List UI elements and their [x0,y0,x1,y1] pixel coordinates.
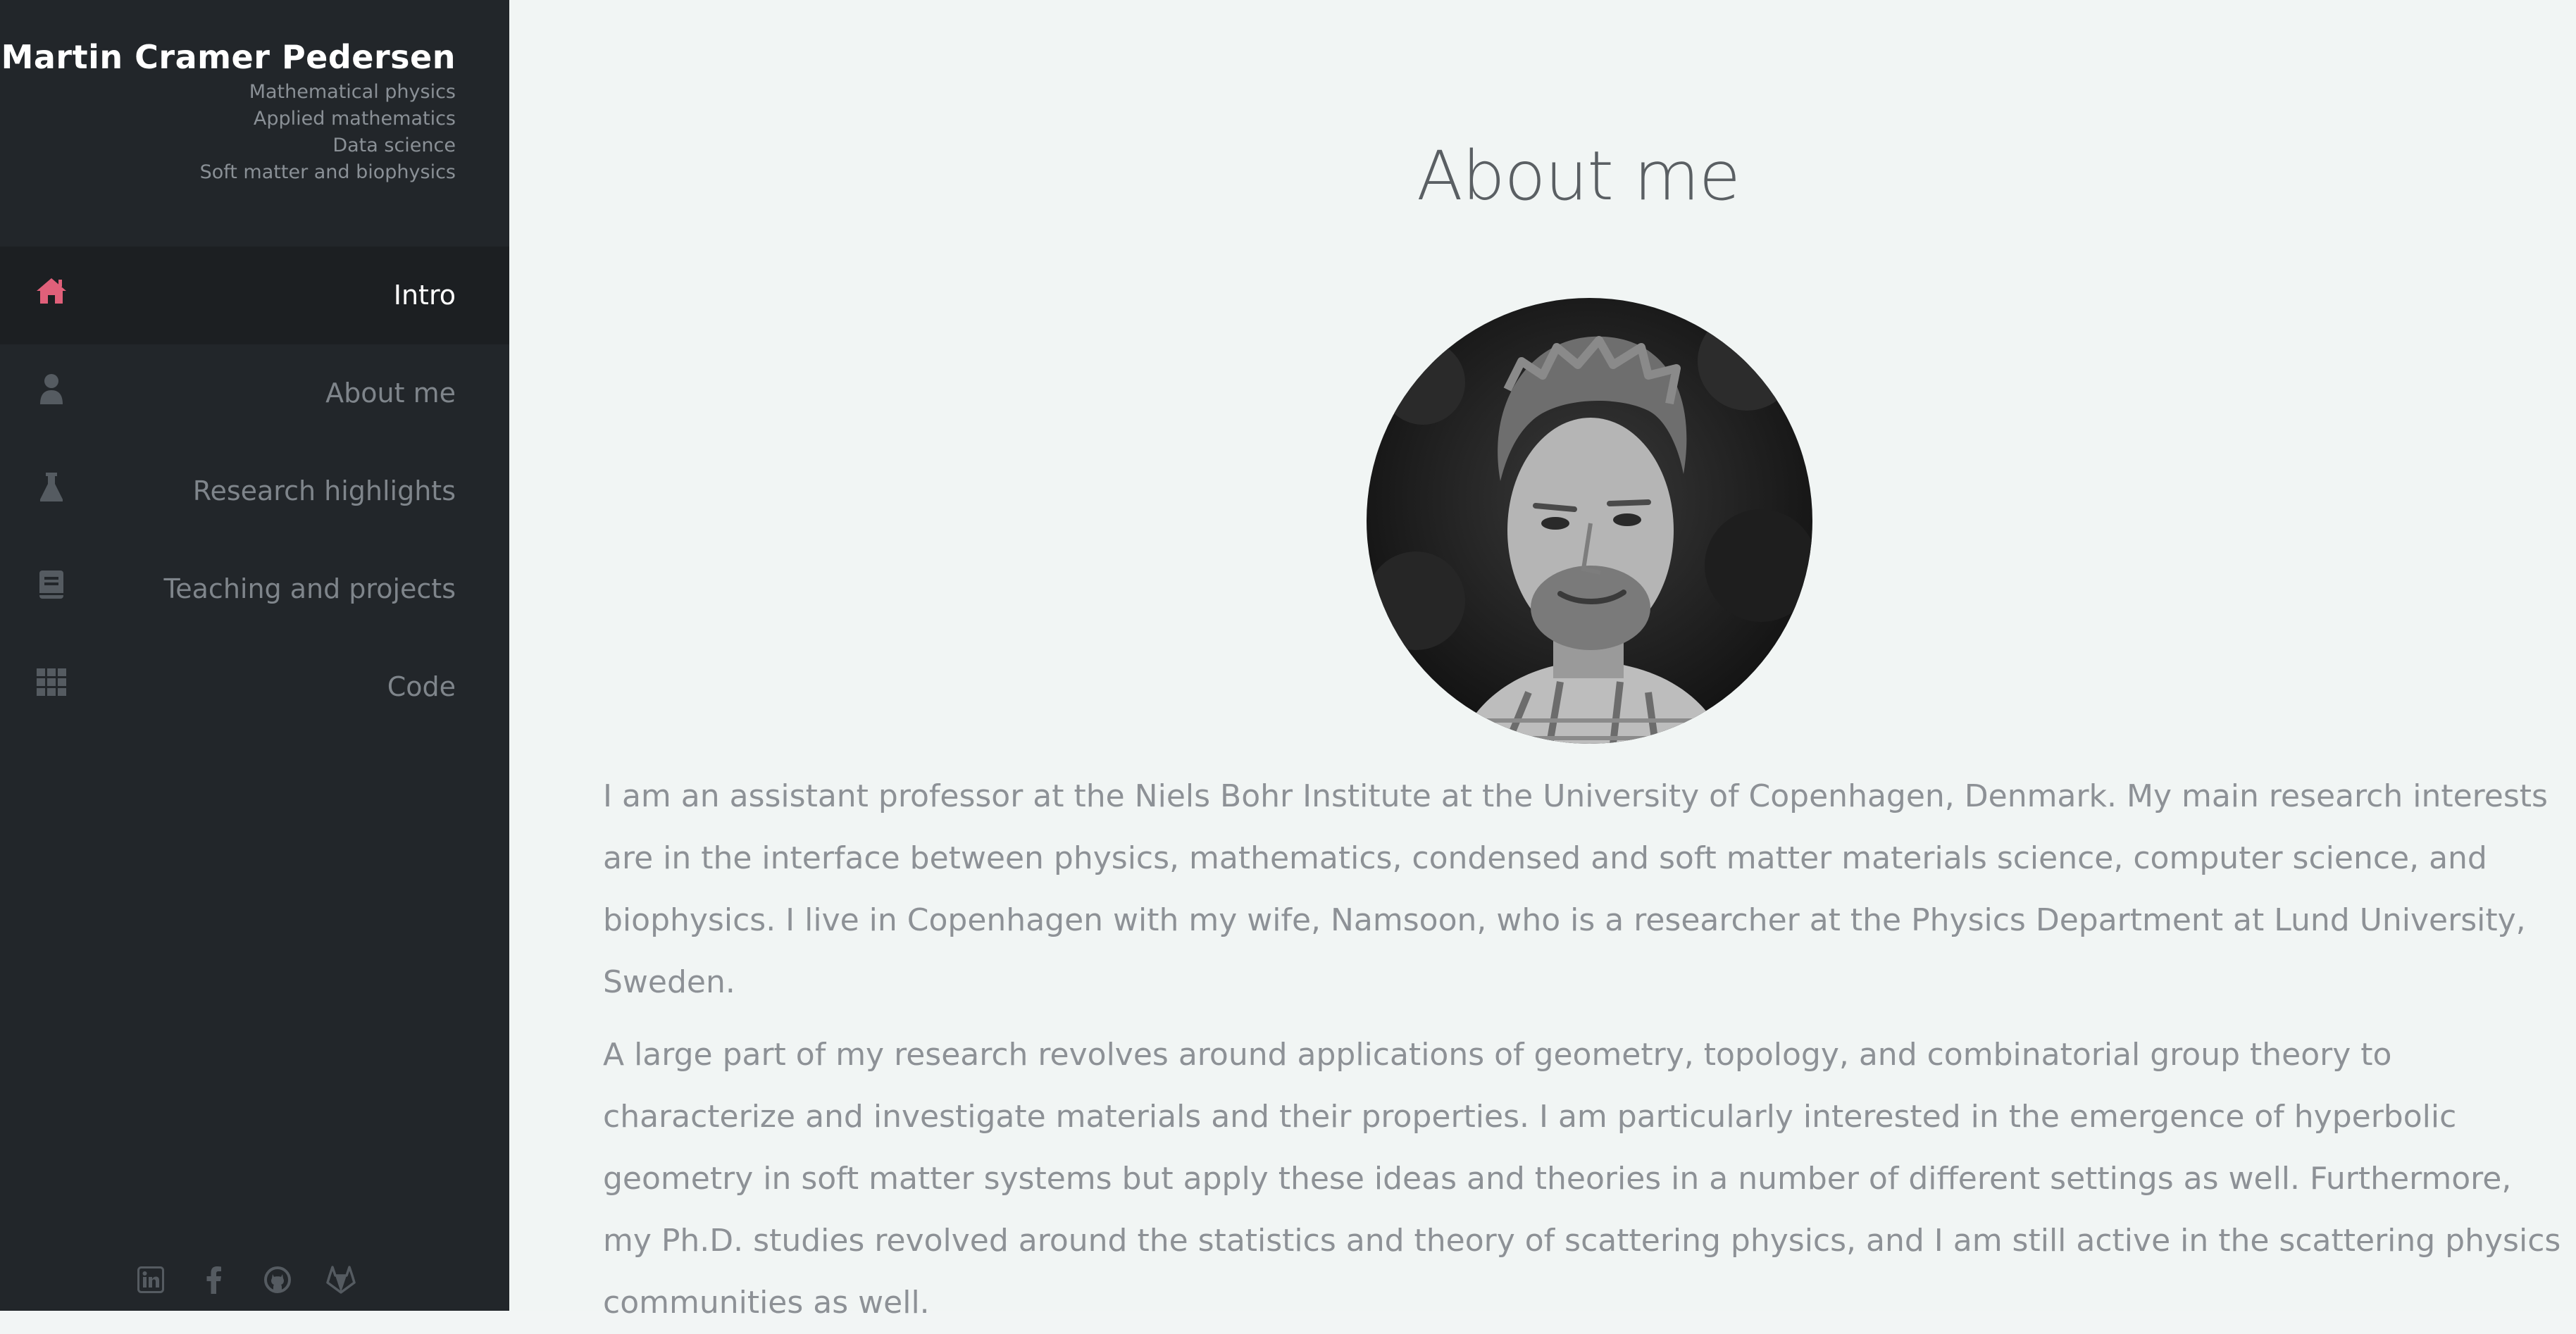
sidebar-nav: Intro About me Research highlights Teach… [0,247,509,736]
flask-icon [34,469,69,504]
subtitle-line: Soft matter and biophysics [199,161,456,183]
subtitle-line: Mathematical physics [249,81,456,103]
bio-paragraph: A large part of my research revolves aro… [603,1037,2561,1321]
github-icon[interactable] [261,1263,294,1297]
page-title: About me [1417,137,1741,216]
nav-label: Code [387,671,456,702]
sidebar: Martin Cramer Pedersen Mathematical phys… [0,0,509,1311]
book-icon [34,567,69,602]
nav-item-code[interactable]: Code [0,638,509,736]
nav-item-teaching-and-projects[interactable]: Teaching and projects [0,540,509,638]
main-content: About me I am an assistant professor at … [509,0,2576,1321]
nav-item-about-me[interactable]: About me [0,344,509,442]
home-icon [34,273,69,308]
brand: Martin Cramer Pedersen Mathematical phys… [1,35,456,186]
social-links [134,1263,358,1297]
bio-paragraph: I am an assistant professor at the Niels… [603,778,2548,1000]
gitlab-icon[interactable] [324,1263,358,1297]
nav-item-intro[interactable]: Intro [0,247,509,344]
linkedin-icon[interactable] [134,1263,168,1297]
nav-label: Intro [393,280,456,311]
facebook-icon[interactable] [197,1263,231,1297]
profile-photo [1367,298,1812,744]
nav-label: Research highlights [192,475,456,506]
nav-item-research-highlights[interactable]: Research highlights [0,442,509,540]
user-icon [34,371,69,406]
nav-label: About me [325,378,456,409]
subtitle-line: Applied mathematics [253,108,456,130]
site-title[interactable]: Martin Cramer Pedersen [1,35,456,79]
nav-label: Teaching and projects [163,573,456,604]
subtitle-line: Data science [332,135,456,156]
grid-icon [34,665,69,700]
